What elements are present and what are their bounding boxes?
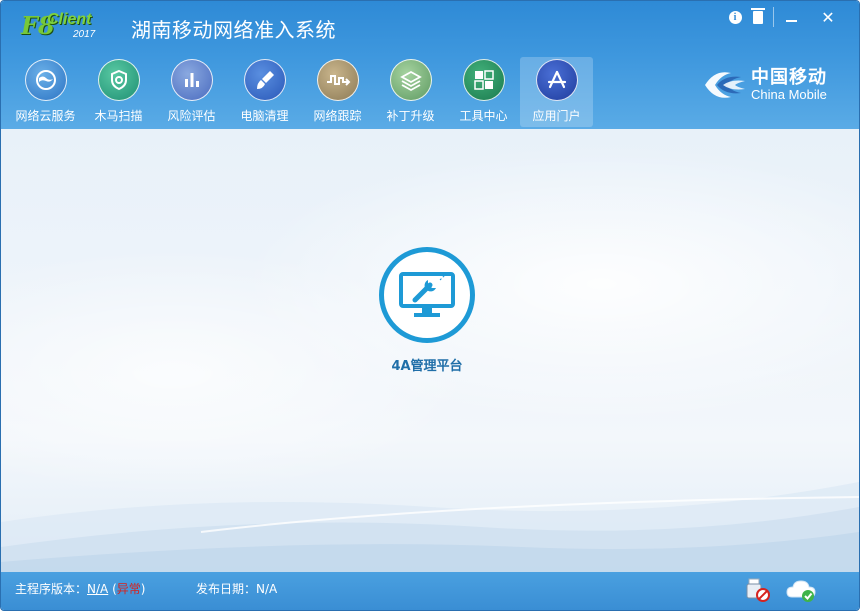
tool-network-trace[interactable]: 网络跟踪 (301, 57, 374, 127)
trash-button[interactable] (749, 7, 767, 27)
brand-name-en: China Mobile (751, 87, 827, 102)
brush-icon (244, 59, 286, 101)
tool-risk-assessment[interactable]: 风险评估 (155, 57, 228, 127)
app-tile-label: 4A管理平台 (391, 359, 463, 374)
cloud-connected-icon[interactable] (785, 577, 817, 603)
trash-icon (751, 7, 765, 24)
logo-year-text: 2017 (73, 29, 96, 40)
minimize-icon (785, 20, 797, 22)
signal-trace-icon (317, 59, 359, 101)
status-bar: 主程序版本：N/A (异常) 发布日期：N/A (1, 572, 859, 610)
tool-trojan-scan-label: 木马扫描 (94, 109, 143, 123)
version-paren-close: ) (140, 582, 146, 596)
tool-patch-upgrade-label: 补丁升级 (386, 109, 435, 123)
tool-pc-cleanup-label: 电脑清理 (240, 109, 289, 123)
usb-blocked-icon[interactable] (745, 577, 771, 603)
app-tile-4a-platform[interactable]: 4A管理平台 (379, 247, 479, 377)
version-value[interactable]: N/A (87, 582, 108, 596)
close-button[interactable]: ✕ (816, 7, 840, 27)
window-controls-divider (773, 7, 774, 27)
tools-grid-icon (463, 59, 505, 101)
app-window: F8 Client 2017 湖南移动网络准入系统 i ✕ 网络云服务 木马扫描… (0, 0, 860, 611)
app-store-icon (536, 59, 578, 101)
tool-network-trace-label: 网络跟踪 (313, 109, 362, 123)
version-label: 主程序版本： (15, 582, 88, 596)
tool-cloud-service[interactable]: 网络云服务 (9, 57, 82, 127)
version-info: 主程序版本：N/A (异常) (15, 580, 145, 597)
shield-scan-icon (98, 59, 140, 101)
tool-tool-center-label: 工具中心 (459, 109, 508, 123)
tool-trojan-scan[interactable]: 木马扫描 (82, 57, 155, 127)
tool-app-portal[interactable]: 应用门户 (520, 57, 593, 127)
tool-tool-center[interactable]: 工具中心 (447, 57, 520, 127)
f8-client-logo: F8 Client 2017 (21, 11, 101, 45)
app-portal-panel: 4A管理平台 (1, 129, 859, 572)
app-title: 湖南移动网络准入系统 (131, 18, 336, 42)
background-wave (1, 482, 859, 572)
release-date-info: 发布日期：N/A (196, 580, 277, 597)
cloud-globe-icon (25, 59, 67, 101)
tool-patch-upgrade[interactable]: 补丁升级 (374, 57, 447, 127)
main-toolbar: 网络云服务 木马扫描 风险评估 电脑清理 网络跟踪 补丁升级 工具中心 应用门户 (9, 57, 593, 127)
china-mobile-logo: 中国移动 China Mobile (701, 61, 841, 109)
version-state: 异常 (116, 582, 141, 596)
tool-pc-cleanup[interactable]: 电脑清理 (228, 57, 301, 127)
monitor-wrench-icon (379, 247, 475, 343)
layers-icon (390, 59, 432, 101)
minimize-button[interactable] (781, 7, 801, 27)
tool-risk-assessment-label: 风险评估 (167, 109, 216, 123)
header: F8 Client 2017 湖南移动网络准入系统 i ✕ 网络云服务 木马扫描… (1, 1, 859, 129)
release-date-value: N/A (256, 582, 278, 596)
china-mobile-mark-icon (705, 72, 745, 98)
info-icon: i (728, 10, 742, 24)
logo-client-text: Client (47, 11, 92, 28)
tool-cloud-service-label: 网络云服务 (15, 109, 76, 123)
bar-chart-icon (171, 59, 213, 101)
release-date-label: 发布日期： (196, 582, 257, 596)
brand-name-cn: 中国移动 (751, 67, 827, 88)
tool-app-portal-label: 应用门户 (532, 109, 581, 123)
info-button[interactable]: i (726, 7, 744, 27)
close-icon: ✕ (821, 7, 835, 27)
